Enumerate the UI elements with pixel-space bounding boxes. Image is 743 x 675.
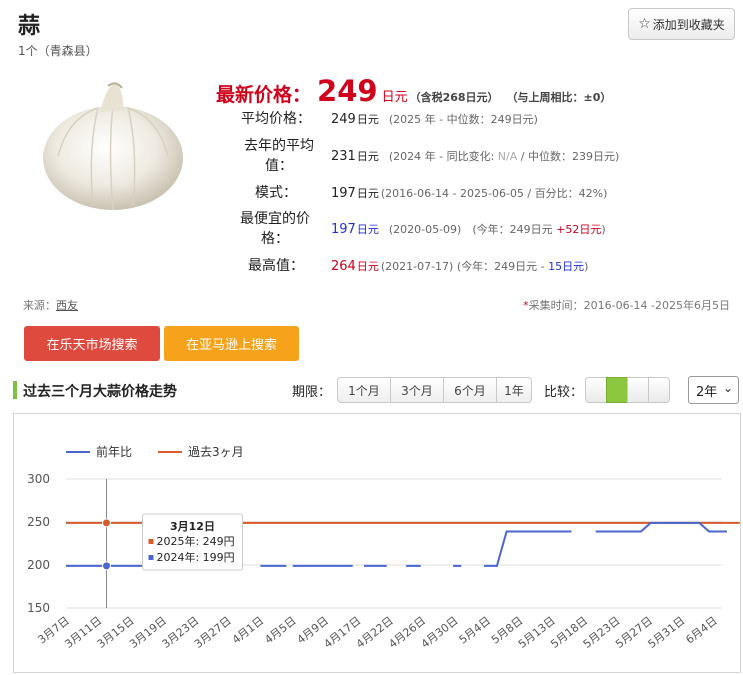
series-line xyxy=(595,521,727,533)
favorites-label: 添加到收藏夹 xyxy=(652,17,725,32)
source-link[interactable]: 西友 xyxy=(56,299,78,312)
avg-price-row: 249 日元 (2025 年 - 中位数：249日元) xyxy=(331,111,538,127)
year-select[interactable]: 2年 ⌄ xyxy=(688,376,739,404)
product-subtitle: 1个（青森县） xyxy=(18,44,98,58)
product-title: 蒜 xyxy=(18,14,41,39)
yoy-na: N/A xyxy=(497,150,518,163)
garlic-image xyxy=(43,82,183,211)
legend-label: 過去3ヶ月 xyxy=(188,445,244,459)
cheapest-row: 197 日元 (2020-05-09) (今年：249日元 +52日元) xyxy=(331,221,606,237)
weekly-change-note: （与上周相比：±0） xyxy=(506,91,612,104)
section-marker xyxy=(13,381,17,399)
avg-price-label: 平均价格： xyxy=(241,111,311,127)
highest-unit: 日元 xyxy=(356,260,379,273)
last-year-avg-unit: 日元 xyxy=(356,150,379,163)
latest-price-label: 最新价格： xyxy=(216,84,312,106)
source: 来源：西友 xyxy=(23,297,78,313)
compare-option-2[interactable] xyxy=(606,377,628,403)
tooltip-swatch-2025 xyxy=(148,539,154,544)
highest-note-pre: (2021-07-17) (今年：249日元 - xyxy=(380,260,549,273)
legend-label: 前年比 xyxy=(96,444,132,459)
collection-text: 采集时间：2016-06-14 -2025年6月5日 xyxy=(528,299,730,312)
y-tick-label: 200 xyxy=(27,558,50,572)
tooltip-date: 3月12日 xyxy=(170,520,215,533)
highest-diff: 15日元 xyxy=(548,260,585,273)
y-tick-label: 250 xyxy=(27,515,50,529)
point-marker-2025 xyxy=(101,518,111,528)
x-tick-label: 3月27日 xyxy=(192,614,234,651)
highest-value: 264 xyxy=(331,258,356,274)
chevron-down-icon: ⌄ xyxy=(722,381,733,395)
period-selector: 1个月 3个月 6个月 1年 xyxy=(337,377,532,403)
tooltip-line-2025: 2025年: 249円 xyxy=(156,534,234,548)
mode-row: 197 日元 (2016-06-14 - 2025-06-05 / 百分比：42… xyxy=(331,185,607,201)
period-6-month-button[interactable]: 6个月 xyxy=(443,377,497,403)
collection-period: *采集时间：2016-06-14 -2025年6月5日 xyxy=(523,297,730,313)
y-tick-label: 150 xyxy=(27,601,50,615)
x-tick-label: 4月5日 xyxy=(262,614,298,646)
amazon-search-button[interactable]: 在亚马逊上搜索 xyxy=(164,326,299,361)
avg-price-note: (2025 年 - 中位数：249日元) xyxy=(388,113,538,126)
cheapest-note-pre: (2020-05-09) (今年：249日元 xyxy=(388,223,557,236)
last-year-avg-note: (2024 年 - 同比变化: N/A / 中位数：239日元) xyxy=(389,148,619,164)
mode-unit: 日元 xyxy=(356,187,379,200)
x-tick-label: 6月4日 xyxy=(683,614,719,646)
compare-selector xyxy=(585,377,670,403)
compare-option-1[interactable] xyxy=(585,377,607,403)
compare-option-3[interactable] xyxy=(627,377,649,403)
avg-price-unit: 日元 xyxy=(356,113,379,126)
cheapest-note: (2020-05-09) (今年：249日元 +52日元) xyxy=(389,221,606,237)
year-select-value: 2年 xyxy=(696,384,718,400)
tax-included-note: （含税268日元） xyxy=(409,91,499,104)
latest-price-value: 249 xyxy=(317,74,378,108)
highest-note: (2021-07-17) (今年：249日元 - 15日元) xyxy=(381,258,589,274)
highest-row: 264 日元 (2021-07-17) (今年：249日元 - 15日元) xyxy=(331,258,588,274)
add-to-favorites-button[interactable]: ☆ 添加到收藏夹 xyxy=(628,8,735,40)
source-label: 来源： xyxy=(23,299,56,312)
cheapest-note-post: ) xyxy=(601,223,606,236)
trend-title: 过去三个月大蒜价格走势 xyxy=(23,384,177,400)
last-year-note-post: / 中位数：239日元) xyxy=(517,150,620,163)
cheapest-diff: +52日元 xyxy=(556,223,602,236)
mode-label: 模式： xyxy=(255,185,297,201)
period-1-month-button[interactable]: 1个月 xyxy=(337,377,391,403)
last-year-note-pre: (2024 年 - 同比变化: xyxy=(388,150,498,163)
compare-label: 比较： xyxy=(544,385,584,400)
y-tick-label: 300 xyxy=(27,472,50,486)
highest-label: 最高值： xyxy=(248,258,304,274)
avg-price-value: 249 xyxy=(331,111,356,127)
point-marker-2024 xyxy=(101,561,111,571)
latest-price: 最新价格： 249 日元 （含税268日元） （与上周相比：±0） xyxy=(216,74,611,108)
rakuten-search-button[interactable]: 在乐天市场搜索 xyxy=(24,326,160,361)
star-icon: ☆ xyxy=(638,16,651,32)
period-label: 期限： xyxy=(292,385,332,400)
last-year-avg-row: 231 日元 (2024 年 - 同比变化: N/A / 中位数：239日元) xyxy=(331,148,619,164)
x-tick-label: 5月4日 xyxy=(457,614,493,646)
tooltip-line-2024: 2024年: 199円 xyxy=(156,550,234,564)
x-tick-label: 4月30日 xyxy=(419,614,461,651)
chart-svg: 前年比 過去3ヶ月3002502001503月7日3月11日3月15日3月19日3… xyxy=(27,444,740,651)
price-trend-chart: 前年比 過去3ヶ月 300 250 200 150 3月7日 3月11日 3月15日 3月19日 3… xyxy=(13,413,741,673)
highest-note-post: ) xyxy=(584,260,589,273)
last-year-avg-value: 231 xyxy=(331,148,356,164)
cheapest-unit: 日元 xyxy=(356,223,379,236)
period-3-month-button[interactable]: 3个月 xyxy=(390,377,444,403)
cheapest-label: 最便宜的价格： xyxy=(240,211,310,247)
period-1-year-button[interactable]: 1年 xyxy=(496,377,532,403)
tooltip-swatch-2024 xyxy=(148,555,154,560)
latest-price-unit: 日元 xyxy=(381,90,408,105)
mode-value: 197 xyxy=(331,185,356,201)
mode-note: (2016-06-14 - 2025-06-05 / 百分比：42%) xyxy=(380,187,608,200)
cheapest-value: 197 xyxy=(331,221,356,237)
x-tick-label: 5月31日 xyxy=(645,614,687,651)
compare-option-4[interactable] xyxy=(648,377,670,403)
series-line xyxy=(483,530,572,567)
last-year-avg-label: 去年的平均值： xyxy=(244,138,314,174)
x-tick-label: 4月1日 xyxy=(230,614,266,646)
